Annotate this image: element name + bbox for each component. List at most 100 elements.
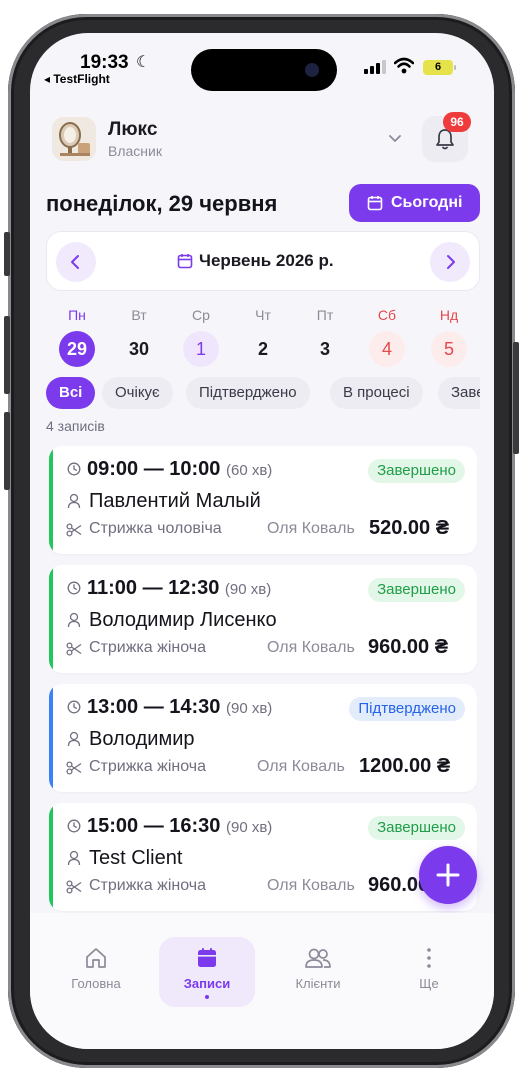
day-fri[interactable]: Пт 3 [305,305,345,367]
day-name: Сб [377,307,397,323]
month-label[interactable]: Червень 2026 р. [199,251,334,271]
prev-month-button[interactable] [56,242,96,282]
duration: (60 хв) [225,462,273,479]
scissors-icon [66,761,82,775]
day-name: Пн [68,307,86,323]
staff-name: Оля Коваль [257,758,345,775]
client-name: Володимир [89,728,195,750]
day-number: 2 [257,339,268,359]
business-name[interactable]: Люкс [108,119,157,141]
plus-icon [436,863,460,887]
today-button-label: Сьогодні [391,194,463,211]
status-time: 19:33 [80,52,129,73]
service-name: Стрижка жіноча [89,877,206,894]
tab-appointments[interactable]: Записи [159,937,255,1007]
filter-all[interactable]: Всі [46,377,96,409]
power-button [513,342,519,454]
volume-down-button [4,412,10,490]
chevron-right-icon [447,255,455,269]
app-screen: 19:33 ☾ ◂ TestFlight 6 Люкс Власник 96 п… [30,33,494,1049]
day-number: 1 [183,331,219,367]
focus-moon-icon: ☾ [136,54,151,71]
clock-icon [67,581,81,595]
users-icon [305,948,331,968]
day-sun[interactable]: Нд 5 [429,305,469,367]
day-number: 4 [369,331,405,367]
tab-label: Записи [183,976,231,991]
status-badge: Підтверджено [349,697,465,721]
scissors-icon [66,880,82,894]
filter-in-progress[interactable]: В процесі [330,377,423,409]
chevron-left-icon [71,255,79,269]
business-avatar[interactable] [52,117,96,161]
cellular-signal-icon [364,60,386,74]
day-tue[interactable]: Вт 30 [119,305,159,367]
clock-icon [67,462,81,476]
client-name: Володимир Лисенко [89,609,277,631]
service-name: Стрижка чоловіча [89,520,222,537]
day-wed[interactable]: Ср 1 [181,305,221,367]
day-name: Вт [131,307,147,323]
status-color-bar [49,565,53,673]
person-icon [67,850,81,866]
status-color-bar [49,446,53,554]
tab-home[interactable]: Головна [48,937,144,1007]
tab-label: Головна [71,976,121,991]
day-name: Ср [192,307,210,323]
back-to-app-link[interactable]: ◂ TestFlight [44,72,110,86]
duration: (90 хв) [225,700,273,717]
staff-name: Оля Коваль [267,520,355,537]
client-name: Павлентий Малый [89,490,261,512]
calendar-icon [198,948,216,967]
dynamic-island [191,49,337,91]
day-number: 3 [319,339,330,359]
client-name: Test Client [89,847,183,869]
appointment-time: 09:00 — 10:00 (60 хв) [87,458,272,481]
filter-confirmed[interactable]: Підтверджено [186,377,310,409]
price: 520.00 ₴ [369,517,450,539]
appointment-card[interactable]: 13:00 — 14:30 (90 хв) Підтверджено Володим… [49,684,477,792]
duration: (90 хв) [225,819,273,836]
wifi-icon [394,57,414,74]
clock-icon [67,700,81,714]
tab-label: Клієнти [295,976,341,991]
appointment-card[interactable]: 11:00 — 12:30 (90 хв) Завершено Володимир … [49,565,477,673]
day-name: Чт [255,307,271,323]
service-name: Стрижка жіноча [89,758,206,775]
filter-completed[interactable]: Завершено [438,377,480,409]
next-month-button[interactable] [430,242,470,282]
day-sat[interactable]: Сб 4 [367,305,407,367]
staff-name: Оля Коваль [267,877,355,894]
today-button[interactable]: Сьогодні [349,184,480,222]
tab-clients[interactable]: Клієнти [270,937,366,1007]
battery-indicator: 6 [423,60,456,75]
status-color-bar [49,684,53,792]
day-thu[interactable]: Чт 2 [243,305,283,367]
add-appointment-button[interactable] [419,846,477,904]
filter-pending[interactable]: Очікує [102,377,173,409]
appointment-time: 11:00 — 12:30 (90 хв) [87,577,271,600]
appointment-time: 15:00 — 16:30 (90 хв) [87,815,272,838]
tab-more[interactable]: Ще [381,937,477,1007]
calendar-icon [367,196,383,211]
time-range: 15:00 — 16:30 [87,815,221,837]
status-color-bar [49,803,53,911]
person-icon [67,612,81,628]
records-count: 4 записів [46,418,105,434]
scissors-icon [66,523,82,537]
appointment-card[interactable]: 15:00 — 16:30 (90 хв) Завершено Test Clien… [49,803,477,911]
appointment-card[interactable]: 09:00 — 10:00 (60 хв) Завершено Павлентий … [49,446,477,554]
week-strip: Пн 29 Вт 30 Ср 1 Чт 2 Пт 3 Сб 4 Нд 5 [46,305,480,369]
time-range: 11:00 — 12:30 [87,577,220,599]
selected-date-title: понеділок, 29 червня [46,191,278,216]
time-range: 13:00 — 14:30 [87,696,221,718]
clock-icon [67,819,81,833]
month-navigator: Червень 2026 р. [46,231,480,291]
notifications-badge: 96 [443,112,471,132]
service-name: Стрижка жіноча [89,639,206,656]
status-badge: Завершено [368,578,465,602]
status-badge: Завершено [368,459,465,483]
chevron-down-icon[interactable] [386,129,404,147]
calendar-icon [177,254,193,269]
day-mon[interactable]: Пн 29 [57,305,97,367]
